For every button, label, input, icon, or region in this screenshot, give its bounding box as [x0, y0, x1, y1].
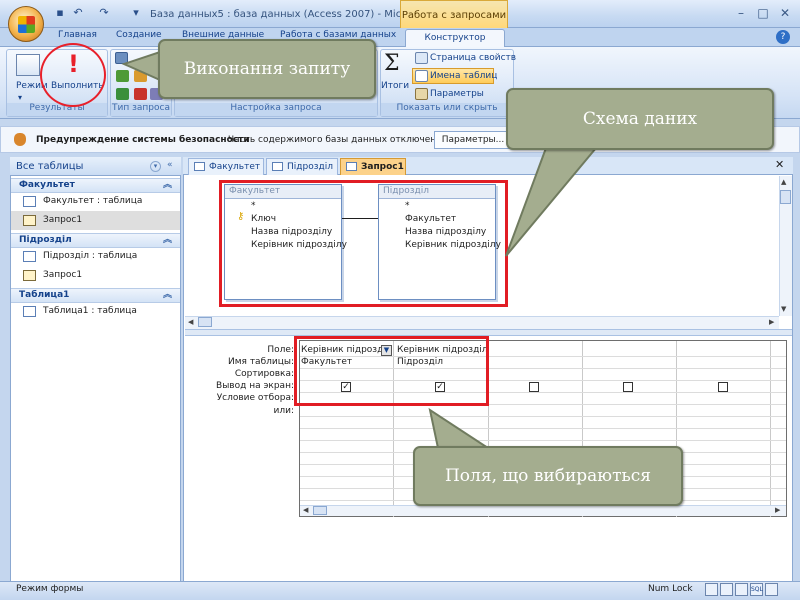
office-button[interactable] — [8, 6, 44, 42]
schema-callout-tail — [505, 147, 599, 257]
selected-fields-callout: Поля, що вибираються — [413, 446, 683, 506]
fields-callout-tail — [428, 407, 492, 449]
run-callout-tail — [121, 50, 161, 82]
office-logo-icon — [18, 16, 35, 33]
data-schema-callout: Схема даних — [506, 88, 774, 150]
run-query-callout: Виконання запиту — [158, 39, 376, 99]
